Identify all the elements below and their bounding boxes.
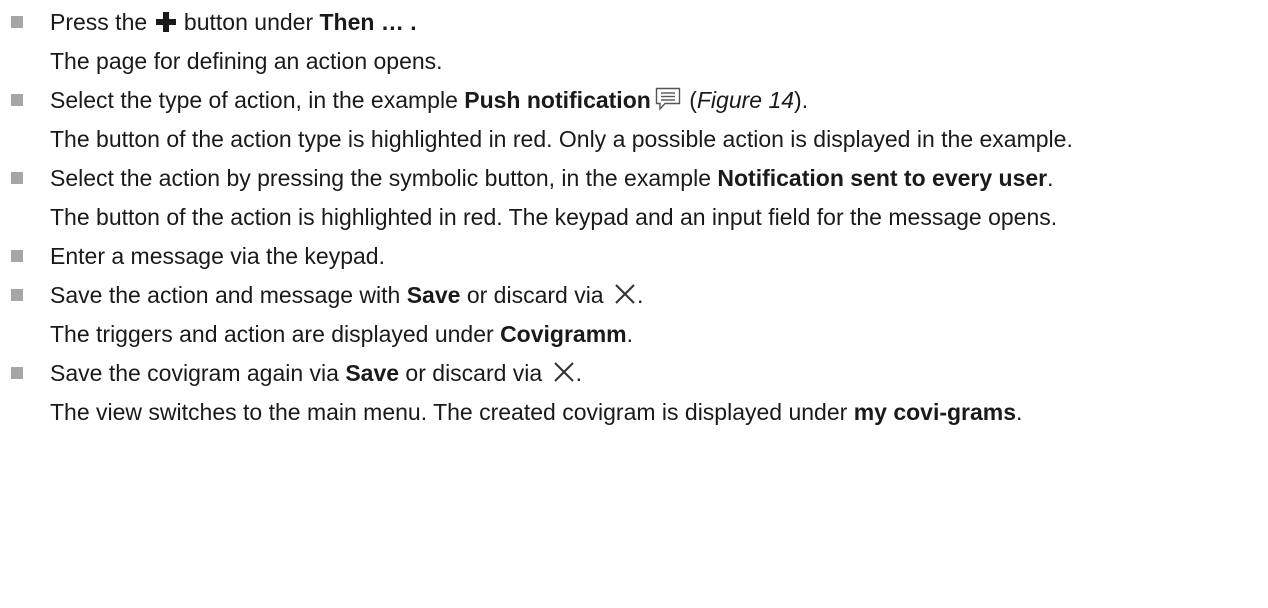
list-item: Select the action by pressing the symbol… [0,162,1268,234]
step-result: The triggers and action are displayed un… [50,321,633,347]
step-result: The button of the action type is highlig… [50,126,1073,152]
bullet-marker [11,367,23,379]
list-item: Save the covigram again via Save or disc… [0,357,1268,429]
step-instruction: Select the type of action, in the exampl… [50,87,809,113]
bullet-marker [11,94,23,106]
step-result: The button of the action is highlighted … [50,204,1058,230]
bullet-marker [11,289,23,301]
bullet-marker [11,250,23,262]
plus-icon [155,11,176,32]
instruction-list: Press the button under Then … . The page… [0,0,1268,429]
step-instruction: Enter a message via the keypad. [50,243,385,269]
step-result: The page for defining an action opens. [50,48,443,74]
list-item: Enter a message via the keypad. [0,240,1268,273]
close-icon [614,283,636,305]
list-item: Save the action and message with Save or… [0,279,1268,351]
step-instruction: Press the button under Then … . [50,9,417,35]
list-item: Press the button under Then … . The page… [0,6,1268,78]
close-icon [553,361,575,383]
step-instruction: Select the action by pressing the symbol… [50,165,1054,191]
step-instruction: Save the action and message with Save or… [50,282,644,308]
bullet-marker [11,16,23,28]
step-result: The view switches to the main menu. The … [50,399,1023,425]
step-instruction: Save the covigram again via Save or disc… [50,360,582,386]
notification-icon [655,87,681,111]
list-item: Select the type of action, in the exampl… [0,84,1268,156]
bullet-marker [11,172,23,184]
